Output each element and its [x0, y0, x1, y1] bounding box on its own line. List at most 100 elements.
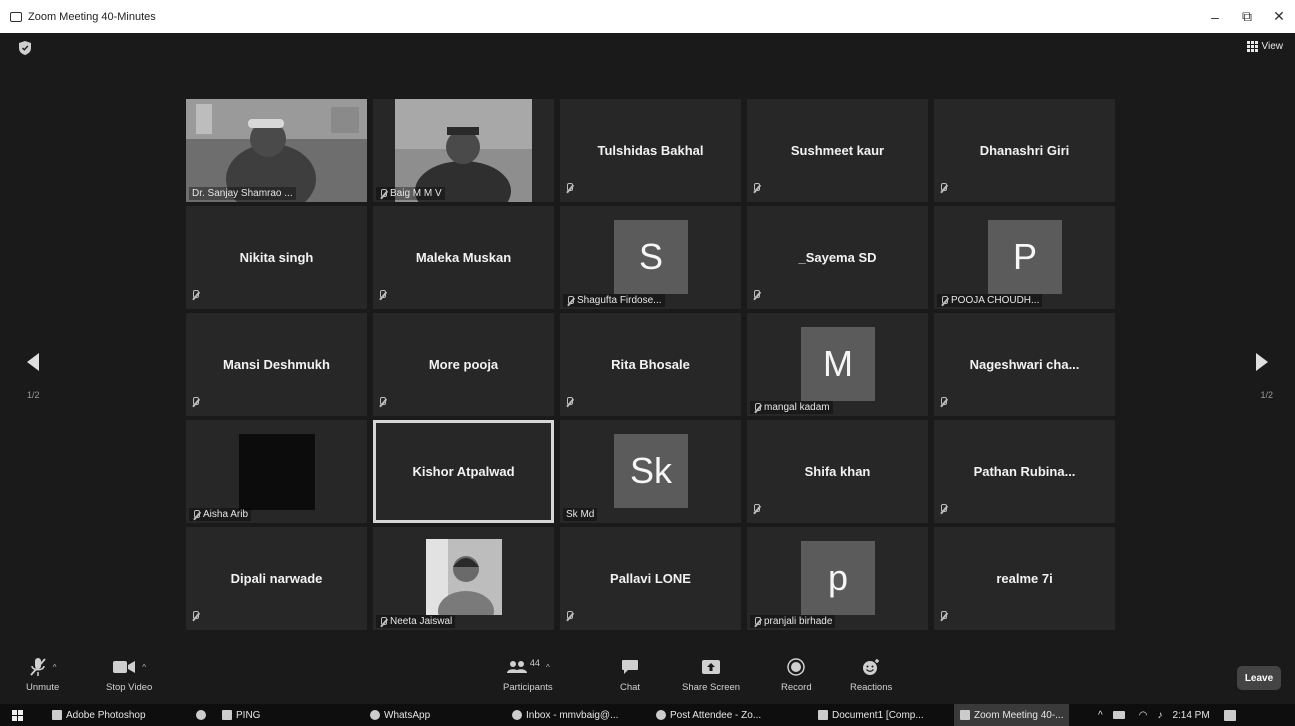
participants-count: 44: [529, 658, 540, 668]
muted-indicator: [939, 180, 947, 198]
participant-tile[interactable]: Nikita singh: [186, 206, 367, 309]
unmute-caret-icon[interactable]: ^: [53, 663, 57, 672]
taskbar-item-chrome-inbox[interactable]: Inbox - mmvbaig@...: [512, 704, 618, 726]
participant-tile[interactable]: Dr. Sanjay Shamrao ...: [186, 99, 367, 202]
participant-tile[interactable]: Aisha Arib: [186, 420, 367, 523]
participant-tile[interactable]: realme 7i: [934, 527, 1115, 630]
participant-tile[interactable]: _Sayema SD: [747, 206, 928, 309]
participant-tile[interactable]: p pranjali birhade: [747, 527, 928, 630]
unmute-button[interactable]: ^ Unmute: [26, 656, 59, 693]
security-shield-icon[interactable]: [19, 41, 31, 55]
muted-mic-icon: [940, 295, 948, 306]
taskbar-item-chrome-post-attendee[interactable]: Post Attendee - Zo...: [656, 704, 761, 726]
zoom-icon: [960, 710, 970, 720]
participant-tile[interactable]: Pathan Rubina...: [934, 420, 1115, 523]
participant-tile[interactable]: Nageshwari cha...: [934, 313, 1115, 416]
muted-mic-icon: [378, 290, 386, 300]
record-label: Record: [781, 682, 812, 693]
participant-tile[interactable]: Sk Sk Md: [560, 420, 741, 523]
participants-caret-icon[interactable]: ^: [546, 663, 550, 672]
leave-button[interactable]: Leave: [1237, 666, 1281, 690]
chat-button[interactable]: Chat: [620, 656, 640, 693]
taskbar-item-photoshop[interactable]: Adobe Photoshop: [52, 704, 146, 726]
taskbar-item-label: Zoom Meeting 40-...: [974, 709, 1064, 721]
participant-caption-name: Baig M M V: [390, 188, 442, 199]
participants-icon: [506, 661, 527, 673]
participant-tile[interactable]: Neeta Jaiswal: [373, 527, 554, 630]
participant-avatar: S: [614, 220, 688, 294]
participant-name: _Sayema SD: [798, 250, 877, 265]
page-indicator-right: 1/2: [1260, 390, 1273, 400]
close-button[interactable]: ✕: [1263, 0, 1295, 33]
muted-indicator: [939, 394, 947, 412]
participant-caption-name: pranjali birhade: [764, 616, 833, 627]
participant-tile[interactable]: P POOJA CHOUDH...: [934, 206, 1115, 309]
muted-mic-icon: [565, 183, 573, 193]
participant-tile[interactable]: Sushmeet kaur: [747, 99, 928, 202]
taskbar-item-security[interactable]: [196, 704, 206, 726]
participant-caption-name: Sk Md: [566, 509, 595, 520]
participant-name: Pallavi LONE: [610, 571, 691, 586]
windows-taskbar: Adobe Photoshop PING WhatsApp Inbox - mm…: [0, 704, 1295, 726]
participant-name: Rita Bhosale: [611, 357, 690, 372]
participant-tile[interactable]: Baig M M V: [373, 99, 554, 202]
participant-tile[interactable]: Mansi Deshmukh: [186, 313, 367, 416]
view-button[interactable]: View: [1246, 41, 1283, 52]
shield-app-icon: [196, 710, 206, 720]
previous-page-arrow-icon[interactable]: [27, 353, 39, 371]
participant-tile[interactable]: S Shagufta Firdose...: [560, 206, 741, 309]
video-caret-icon[interactable]: ^: [142, 663, 146, 672]
taskbar-item-word[interactable]: Document1 [Comp...: [818, 704, 924, 726]
participant-name: More pooja: [428, 357, 499, 372]
participant-tile[interactable]: Kishor Atpalwad: [373, 420, 554, 523]
ping-icon: [222, 710, 232, 720]
participant-caption: Aisha Arib: [189, 508, 252, 521]
muted-indicator: [565, 180, 573, 198]
notifications-icon[interactable]: [1223, 709, 1236, 721]
muted-indicator: [565, 394, 573, 412]
participant-tile[interactable]: Dipali narwade: [186, 527, 367, 630]
participant-tile[interactable]: Maleka Muskan: [373, 206, 554, 309]
participant-tile[interactable]: Tulshidas Bakhal: [560, 99, 741, 202]
zoom-app-icon: [10, 11, 22, 22]
participant-tile[interactable]: Rita Bhosale: [560, 313, 741, 416]
battery-icon[interactable]: [1112, 711, 1125, 719]
participant-name: Shifa khan: [804, 464, 871, 479]
stop-video-button[interactable]: ^ Stop Video: [106, 656, 152, 693]
start-button[interactable]: [12, 704, 23, 726]
taskbar-item-zoom[interactable]: Zoom Meeting 40-...: [954, 704, 1070, 726]
muted-mic-icon: [939, 183, 947, 193]
participant-tile[interactable]: Mmangal kadam: [747, 313, 928, 416]
participant-tile[interactable]: Shifa khan: [747, 420, 928, 523]
muted-mic-icon: [192, 509, 200, 520]
participants-button[interactable]: 44 ^ Participants: [503, 656, 553, 693]
participant-tile[interactable]: Dhanashri Giri: [934, 99, 1115, 202]
participant-caption: Dr. Sanjay Shamrao ...: [189, 187, 296, 200]
participant-caption: Neeta Jaiswal: [376, 615, 456, 628]
participant-name: Dhanashri Giri: [979, 143, 1070, 158]
muted-mic-icon: [379, 616, 387, 627]
wifi-icon[interactable]: ◠: [1139, 710, 1148, 721]
taskbar-item-whatsapp[interactable]: WhatsApp: [370, 704, 430, 726]
stop-video-label: Stop Video: [106, 682, 153, 693]
minimize-button[interactable]: –: [1199, 0, 1231, 33]
clock-time[interactable]: 2:14 PM: [1172, 710, 1209, 721]
taskbar-item-ping[interactable]: PING: [222, 704, 260, 726]
share-screen-label: Share Screen: [682, 682, 741, 693]
participant-tile[interactable]: Pallavi LONE: [560, 527, 741, 630]
reactions-button[interactable]: Reactions: [850, 656, 892, 693]
restore-button[interactable]: ⧉: [1231, 0, 1263, 33]
muted-indicator: [752, 180, 760, 198]
next-page-arrow-icon[interactable]: [1256, 353, 1268, 371]
window-title: Zoom Meeting 40-Minutes: [28, 10, 156, 23]
tray-chevron-icon[interactable]: ^: [1098, 710, 1103, 721]
participant-name: Nikita singh: [239, 250, 314, 265]
record-button[interactable]: Record: [781, 656, 812, 693]
participant-tile[interactable]: More pooja: [373, 313, 554, 416]
volume-icon[interactable]: ♪: [1157, 710, 1162, 721]
muted-indicator: [191, 287, 199, 305]
taskbar-item-label: WhatsApp: [384, 709, 431, 721]
page-indicator-left: 1/2: [27, 390, 40, 400]
share-screen-button[interactable]: Share Screen: [682, 656, 740, 693]
video-camera-icon: [113, 661, 136, 673]
